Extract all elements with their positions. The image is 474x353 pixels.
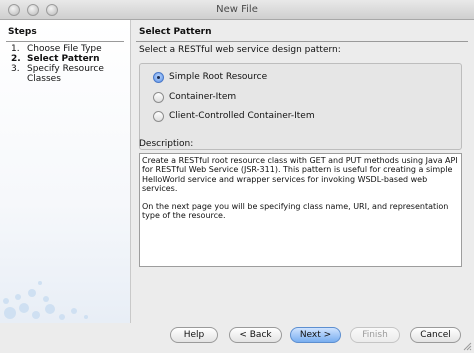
- description-paragraph: On the next page you will be specifying …: [142, 202, 449, 221]
- step-label: Specify Resource: [27, 64, 104, 74]
- description-text-area[interactable]: Create a RESTful root resource class wit…: [139, 153, 462, 267]
- finish-button[interactable]: Finish: [350, 327, 400, 343]
- step-label: Choose File Type: [27, 44, 102, 54]
- decorative-dots-graphic: [3, 281, 88, 320]
- option-label: Simple Root Resource: [169, 72, 268, 82]
- cancel-button[interactable]: Cancel: [410, 327, 461, 343]
- description-paragraph: Create a RESTful root resource class wit…: [142, 156, 458, 193]
- page-title: Select Pattern: [139, 27, 212, 37]
- radio-unselected-icon[interactable]: [153, 111, 164, 122]
- next-button[interactable]: Next >: [290, 327, 341, 343]
- window-title: New File: [216, 4, 258, 15]
- radio-unselected-icon[interactable]: [153, 92, 164, 103]
- option-label: Client-Controlled Container-Item: [169, 111, 315, 121]
- step-number: 3.: [11, 64, 20, 74]
- back-button[interactable]: < Back: [229, 327, 282, 343]
- option-simple-root-resource[interactable]: Simple Root Resource: [153, 71, 303, 85]
- steps-panel: Steps 1. Choose File Type 2. Select Patt…: [0, 20, 131, 323]
- option-client-controlled-container-item[interactable]: Client-Controlled Container-Item: [153, 110, 333, 124]
- content-panel: Select Pattern Select a RESTful web serv…: [132, 20, 474, 323]
- option-label: Container-Item: [169, 92, 237, 102]
- radio-selected-icon[interactable]: [153, 72, 164, 83]
- button-bar: Help < Back Next > Finish Cancel: [0, 323, 474, 353]
- help-button[interactable]: Help: [170, 327, 218, 343]
- title-bar[interactable]: New File: [0, 0, 474, 20]
- step-number: 2.: [11, 54, 21, 64]
- option-container-item[interactable]: Container-Item: [153, 91, 303, 105]
- step-label: Select Pattern: [27, 54, 100, 64]
- step-specify-resource-classes: 3. Specify Resource Classes: [11, 64, 129, 84]
- step-choose-file-type: 1. Choose File Type: [11, 44, 129, 54]
- resize-grip-icon[interactable]: [462, 341, 472, 351]
- content-divider: [136, 41, 468, 42]
- step-number: 1.: [11, 44, 20, 54]
- new-file-dialog: New File Steps 1. Choose File Type 2. Se…: [0, 0, 474, 353]
- steps-heading: Steps: [8, 27, 37, 37]
- description-label: Description:: [139, 139, 194, 149]
- step-select-pattern: 2. Select Pattern: [11, 54, 129, 64]
- pattern-prompt: Select a RESTful web service design patt…: [139, 45, 341, 55]
- step-label-continued: Classes: [27, 74, 61, 84]
- pattern-options-group: Simple Root Resource Container-Item Clie…: [139, 63, 462, 150]
- steps-divider: [6, 41, 124, 42]
